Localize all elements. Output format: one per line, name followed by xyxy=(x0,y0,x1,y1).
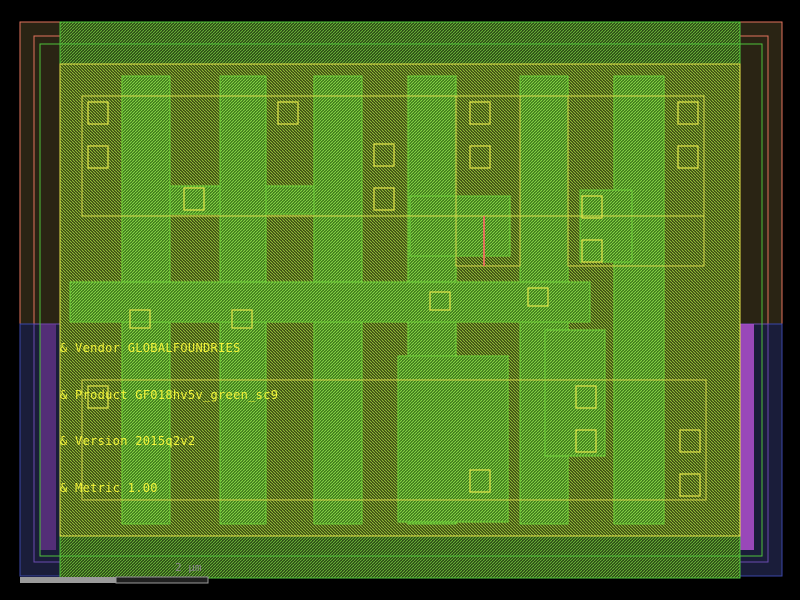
scale-bar-dark xyxy=(115,576,209,584)
vendor-label: & Vendor GLOBALFOUNDRIES xyxy=(60,341,241,355)
layout-canvas[interactable] xyxy=(0,0,800,600)
poly-bar-2 xyxy=(265,185,315,215)
version-label: & Version 2015q2v2 xyxy=(60,434,196,448)
poly-bar-6 xyxy=(397,355,509,523)
metal-purple-right xyxy=(740,324,754,550)
metal-marker xyxy=(483,216,485,266)
poly-gate-6 xyxy=(613,75,665,525)
scale-bar-light xyxy=(20,577,116,583)
metal-purple-left xyxy=(40,324,56,550)
poly-bar-5 xyxy=(69,281,591,323)
product-label: & Product GF018hv5v_green_sc9 xyxy=(60,388,279,402)
poly-bar-3 xyxy=(409,195,511,257)
metric-label: & Metric 1.00 xyxy=(60,481,158,495)
scale-bar-label: 2 µm xyxy=(175,561,202,574)
poly-bar-4 xyxy=(579,189,633,263)
